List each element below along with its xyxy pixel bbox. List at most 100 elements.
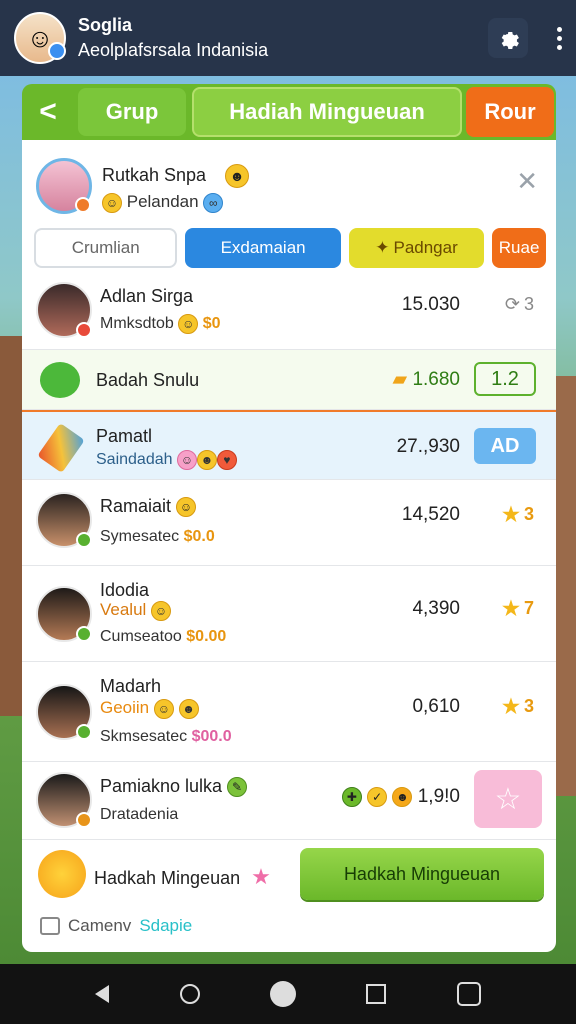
row-amount: $00.0 (191, 728, 232, 745)
avatar (36, 586, 92, 642)
face-emoji-icon: ☻ (392, 786, 413, 807)
filter-padngar[interactable]: ✦ Padngar (348, 228, 485, 268)
clipboard-icon (40, 917, 60, 935)
gold-bars-icon: ▰ (392, 369, 408, 390)
back-button[interactable]: < (22, 84, 74, 140)
row-badge[interactable]: 1.2 (474, 362, 536, 396)
frog-mascot-icon (40, 362, 80, 398)
link-icon: ∞ (203, 192, 224, 213)
row-name: Badah Snulu (96, 370, 200, 390)
sun-mascot-icon (38, 850, 86, 898)
profile-subtitle: Pelandan (126, 192, 199, 211)
tab-grup[interactable]: Grup (78, 88, 186, 136)
app-subtitle: Aeolplafsrsala Indanisia (78, 40, 269, 60)
table-row[interactable]: Ramaiait ☺ Symesatec $0.0 14,520 ★ 3 (22, 480, 556, 566)
app-title: Soglia (78, 15, 133, 35)
footer-label: Hadkah Mingeuan (94, 868, 241, 888)
smile-emoji-icon: ☺ (151, 600, 172, 621)
tab-rour[interactable]: Rour (466, 87, 554, 137)
close-icon[interactable]: ✕ (516, 166, 538, 197)
table-row[interactable]: Pamatl Saindadah ☺ ☻ ♥ 27.,930 AD (22, 410, 556, 480)
row-sub: Skmsesatec (100, 728, 188, 745)
recents-icon[interactable] (366, 984, 387, 1004)
tab-bar: < Grup Hadiah Mingueuan Rour (22, 84, 556, 140)
star-icon: ★ (502, 598, 520, 620)
pencil-mascot-icon (37, 423, 85, 473)
check-emoji-icon: ✓ (367, 786, 388, 807)
sparkle-icon: ✦ (375, 238, 390, 257)
face-emoji-icon: ☺ (176, 450, 197, 470)
leaderboard-list: Adlan Sirga Mmksdtob ☺ $0 15.030 ⟳ 3 Bad… (22, 278, 556, 840)
heart-eyes-emoji-icon: ♥ (216, 450, 237, 470)
home-icon[interactable] (269, 981, 296, 1007)
row-score: 4,390 (412, 598, 460, 619)
assistant-icon[interactable] (179, 984, 200, 1004)
row-amount: $0 (202, 315, 221, 333)
row-score: 1.680 (412, 369, 460, 390)
row-name: Ramaiait (100, 496, 172, 516)
gift-icon: ✚ (341, 786, 362, 807)
star-icon: ★ (502, 504, 520, 526)
avatar (36, 772, 92, 828)
smile-emoji-icon: ☺ (153, 698, 174, 719)
row-badge: 3 (523, 696, 534, 716)
filter-ruae[interactable]: Ruae (492, 228, 546, 268)
status-dot (76, 532, 92, 548)
table-row[interactable]: Pamiakno lulka ✎ Dratadenia ✚ ✓ ☻ 1,9!0 … (22, 762, 556, 840)
smile-emoji-icon: ☺ (178, 314, 199, 334)
row-name: Madarh (100, 676, 162, 696)
row-tag: Vealul (100, 600, 147, 619)
filter-crumlian[interactable]: Crumlian (34, 228, 178, 268)
row-sub: Cumseatoo (100, 628, 182, 645)
bottom-link-text[interactable]: Sdapie (139, 916, 192, 936)
table-row[interactable]: Adlan Sirga Mmksdtob ☺ $0 15.030 ⟳ 3 (22, 278, 556, 350)
verified-badge-icon (48, 42, 66, 60)
row-score: 15.030 (401, 294, 460, 315)
profile-name: Rutkah Snpa (102, 164, 207, 185)
row-score: 14,520 (401, 504, 460, 525)
status-dot (76, 626, 92, 642)
face-emoji-icon: ☻ (196, 450, 217, 470)
row-sub: Symesatec (100, 528, 180, 545)
leaf-icon: ✎ (227, 777, 248, 798)
user-avatar[interactable]: ☺ (14, 12, 66, 64)
back-nav-icon[interactable] (95, 985, 110, 1003)
row-name: Adlan Sirga (100, 286, 194, 306)
star-button[interactable]: ☆ (474, 770, 542, 828)
share-icon: ⟳ (504, 294, 520, 314)
weekly-reward-button[interactable]: Hadkah Mingueuan (300, 848, 544, 900)
table-row[interactable]: Idodia Vealul ☺ Cumseatoo $0.00 4,390 ★ … (22, 566, 556, 662)
background-house-right (554, 376, 576, 796)
star-icon: ★ (251, 864, 271, 889)
smile-emoji-icon: ☻ (225, 164, 250, 188)
gear-icon[interactable] (488, 18, 528, 58)
row-tag: Geoiin (100, 698, 150, 717)
filter-padngar-label: Padngar (393, 238, 458, 257)
row-badge: 3 (523, 504, 534, 524)
row-name: Pamiakno lulka (100, 776, 223, 796)
weekly-reward-bar: Hadkah Mingeuan ★ Hadkah Mingueuan (22, 842, 556, 910)
profile-avatar[interactable] (36, 158, 92, 214)
app-top-bar: ☺ Soglia Aeolplafsrsala Indanisia (0, 0, 576, 76)
status-dot (76, 812, 92, 828)
row-sub: Mmksdtob (100, 315, 174, 333)
avatar (36, 684, 92, 740)
table-row[interactable]: Badah Snulu ▰ 1.680 1.2 (22, 350, 556, 410)
row-name: Idodia (100, 580, 150, 600)
filter-exdamaian[interactable]: Exdamaian (185, 228, 341, 268)
row-amount: $0.0 (183, 528, 215, 545)
avatar (36, 282, 92, 338)
star-outline-icon: ☆ (494, 782, 522, 816)
tab-hadiah-mingguan[interactable]: Hadiah Mingueuan (192, 87, 462, 137)
bottom-link[interactable]: Camenv Sdapie (40, 916, 192, 936)
row-amount: $0.00 (186, 628, 227, 645)
row-sub: Saindadah (96, 451, 173, 469)
row-badge: 7 (523, 598, 534, 618)
row-badge[interactable]: AD (474, 428, 536, 464)
row-score: 0,610 (412, 696, 460, 717)
leaderboard-panel: Rutkah Snpa ☻ ☺ Pelandan ∞ ✕ Crumlian Ex… (22, 140, 556, 952)
table-row[interactable]: Madarh Geoiin ☺ ☻ Skmsesatec $00.0 0,610… (22, 662, 556, 762)
edit-icon[interactable] (456, 982, 481, 1006)
kebab-menu-icon[interactable] (556, 26, 562, 50)
bottom-link-prefix: Camenv (68, 916, 132, 935)
